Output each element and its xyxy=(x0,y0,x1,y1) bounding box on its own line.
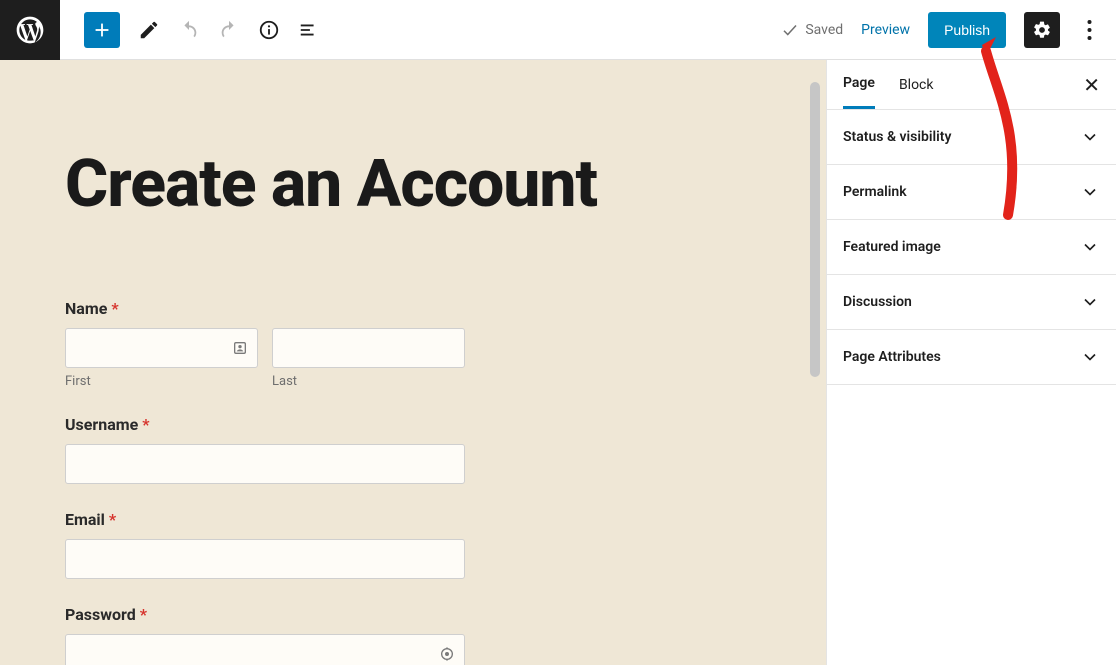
wordpress-logo[interactable] xyxy=(0,0,60,60)
panel-label: Permalink xyxy=(843,184,907,200)
panel-status-visibility[interactable]: Status & visibility xyxy=(827,110,1116,165)
password-field: Password * xyxy=(65,605,826,665)
last-name-input[interactable] xyxy=(272,328,465,368)
email-field: Email * xyxy=(65,510,826,579)
settings-button[interactable] xyxy=(1024,12,1060,48)
username-label-text: Username xyxy=(65,415,138,434)
chevron-down-icon xyxy=(1080,292,1100,312)
kebab-icon xyxy=(1087,20,1092,40)
wordpress-icon xyxy=(14,14,46,46)
editor-top-toolbar: Saved Preview Publish xyxy=(0,0,1116,60)
last-name-sublabel: Last xyxy=(272,374,465,389)
first-name-sublabel: First xyxy=(65,374,258,389)
name-label: Name * xyxy=(65,299,826,318)
username-label: Username * xyxy=(65,415,826,434)
gear-icon xyxy=(1032,20,1052,40)
username-input[interactable] xyxy=(65,444,465,484)
info-button[interactable] xyxy=(258,19,280,41)
password-generate-icon[interactable] xyxy=(438,645,456,663)
required-marker: * xyxy=(109,510,116,529)
tab-page[interactable]: Page xyxy=(843,60,875,109)
toolbar-left-group xyxy=(60,12,320,48)
editor-canvas-wrapper: Create an Account Name * First xyxy=(0,60,826,665)
panel-discussion[interactable]: Discussion xyxy=(827,275,1116,330)
panel-label: Page Attributes xyxy=(843,349,941,365)
preview-button[interactable]: Preview xyxy=(861,22,910,38)
panel-label: Status & visibility xyxy=(843,129,951,145)
required-marker: * xyxy=(111,299,118,318)
contact-card-icon xyxy=(231,339,249,357)
panel-permalink[interactable]: Permalink xyxy=(827,165,1116,220)
chevron-down-icon xyxy=(1080,347,1100,367)
redo-icon xyxy=(218,19,240,41)
editor-canvas[interactable]: Create an Account Name * First xyxy=(0,60,826,665)
username-field: Username * xyxy=(65,415,826,484)
name-label-text: Name xyxy=(65,299,107,318)
email-label-text: Email xyxy=(65,510,105,529)
panel-page-attributes[interactable]: Page Attributes xyxy=(827,330,1116,385)
save-status: Saved xyxy=(781,21,843,39)
plus-icon xyxy=(91,19,113,41)
list-outline-icon xyxy=(298,19,320,41)
required-marker: * xyxy=(140,605,147,624)
password-label: Password * xyxy=(65,605,826,624)
email-label: Email * xyxy=(65,510,826,529)
chevron-down-icon xyxy=(1080,182,1100,202)
redo-button[interactable] xyxy=(218,19,240,41)
panel-label: Discussion xyxy=(843,294,912,310)
undo-icon xyxy=(178,19,200,41)
first-name-input[interactable] xyxy=(65,328,258,368)
chevron-down-icon xyxy=(1080,127,1100,147)
editor-workspace: Create an Account Name * First xyxy=(0,60,1116,665)
panel-label: Featured image xyxy=(843,239,941,255)
name-row: First Last xyxy=(65,328,826,389)
publish-button[interactable]: Publish xyxy=(928,12,1006,48)
required-marker: * xyxy=(142,415,149,434)
scrollbar-thumb[interactable] xyxy=(810,82,820,377)
name-field: Name * First Last xyxy=(65,299,826,389)
chevron-down-icon xyxy=(1080,237,1100,257)
password-label-text: Password xyxy=(65,605,136,624)
check-icon xyxy=(781,21,799,39)
outline-button[interactable] xyxy=(298,19,320,41)
toolbar-right-group: Saved Preview Publish xyxy=(781,12,1116,48)
page-title[interactable]: Create an Account xyxy=(65,150,826,219)
more-menu-button[interactable] xyxy=(1078,20,1100,40)
settings-sidebar: Page Block ✕ Status & visibility Permali… xyxy=(826,60,1116,665)
add-block-button[interactable] xyxy=(84,12,120,48)
password-input[interactable] xyxy=(65,634,465,665)
close-sidebar-button[interactable]: ✕ xyxy=(1083,75,1100,95)
save-status-label: Saved xyxy=(805,22,843,38)
tab-block[interactable]: Block xyxy=(899,60,934,109)
edit-mode-button[interactable] xyxy=(138,19,160,41)
email-input[interactable] xyxy=(65,539,465,579)
first-name-column: First xyxy=(65,328,258,389)
undo-button[interactable] xyxy=(178,19,200,41)
pencil-icon xyxy=(138,19,160,41)
last-name-column: Last xyxy=(272,328,465,389)
sidebar-tabs: Page Block ✕ xyxy=(827,60,1116,110)
panel-featured-image[interactable]: Featured image xyxy=(827,220,1116,275)
info-icon xyxy=(258,19,280,41)
